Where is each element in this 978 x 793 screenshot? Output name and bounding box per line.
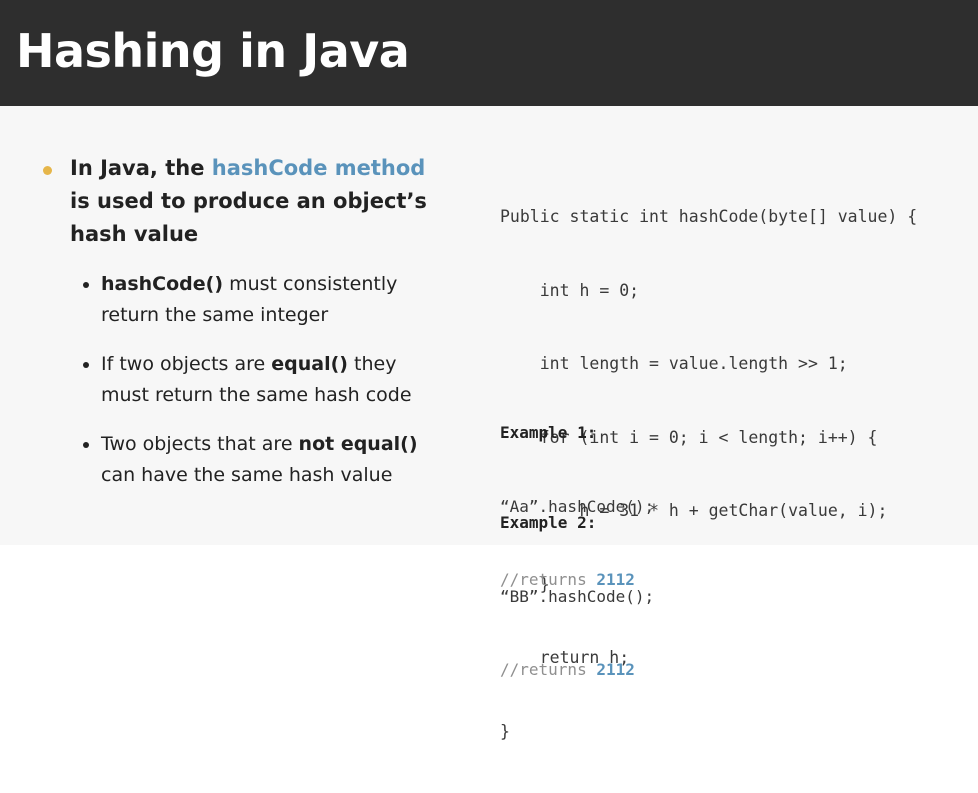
sub-bullet-dot-icon bbox=[83, 362, 89, 368]
sub-bullet-1: hashCode() must consistently return the … bbox=[81, 269, 438, 331]
code-line: Public static int hashCode(byte[] value)… bbox=[500, 207, 918, 226]
sub-bullet-pre: If two objects are bbox=[101, 353, 272, 375]
sub-bullet-2: If two objects are equal() they must ret… bbox=[81, 349, 438, 411]
bullet-list: In Java, the hashCode method is used to … bbox=[38, 152, 438, 491]
bullet-dot-icon bbox=[43, 166, 52, 175]
main-bullet: In Java, the hashCode method is used to … bbox=[38, 152, 438, 251]
code-line: int h = 0; bbox=[500, 280, 640, 300]
sub-bullet-bold: not equal() bbox=[298, 433, 418, 455]
example-result: 2112 bbox=[596, 660, 635, 679]
main-bullet-rest: is used to produce an object’s hash valu… bbox=[70, 189, 427, 246]
sub-bullet-3: Two objects that are not equal() can hav… bbox=[81, 429, 438, 491]
main-bullet-highlight: hashCode method bbox=[211, 156, 426, 180]
sub-bullet-bold: equal() bbox=[271, 353, 348, 375]
slide-title: Hashing in Java bbox=[16, 24, 410, 78]
sub-bullet-text: can have the same hash value bbox=[101, 464, 393, 486]
example-comment: //returns bbox=[500, 660, 597, 679]
title-bar: Hashing in Java bbox=[0, 0, 978, 106]
example-header: Example 2: bbox=[500, 513, 597, 532]
example-call: “BB”.hashCode(); bbox=[500, 586, 655, 606]
sub-bullet-dot-icon bbox=[83, 442, 89, 448]
slide-content: In Java, the hashCode method is used to … bbox=[0, 106, 978, 741]
example-2: Example 2: “BB”.hashCode(); //returns 21… bbox=[500, 462, 654, 732]
sub-bullet-dot-icon bbox=[83, 282, 89, 288]
main-bullet-prefix: In Java, the bbox=[70, 156, 212, 180]
sub-bullet-pre: Two objects that are bbox=[101, 433, 299, 455]
sub-bullet-bold: hashCode() bbox=[101, 273, 224, 295]
example-header: Example 1: bbox=[500, 423, 597, 442]
